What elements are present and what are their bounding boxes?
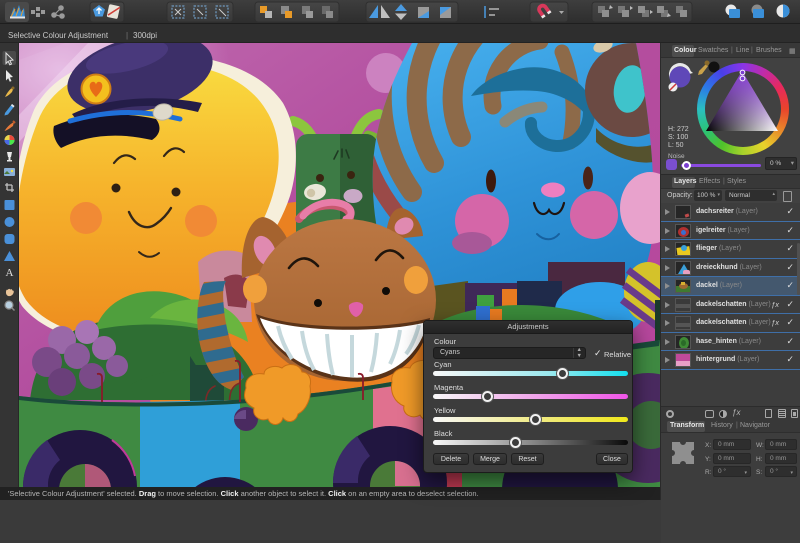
- svg-text:A: A: [6, 267, 14, 279]
